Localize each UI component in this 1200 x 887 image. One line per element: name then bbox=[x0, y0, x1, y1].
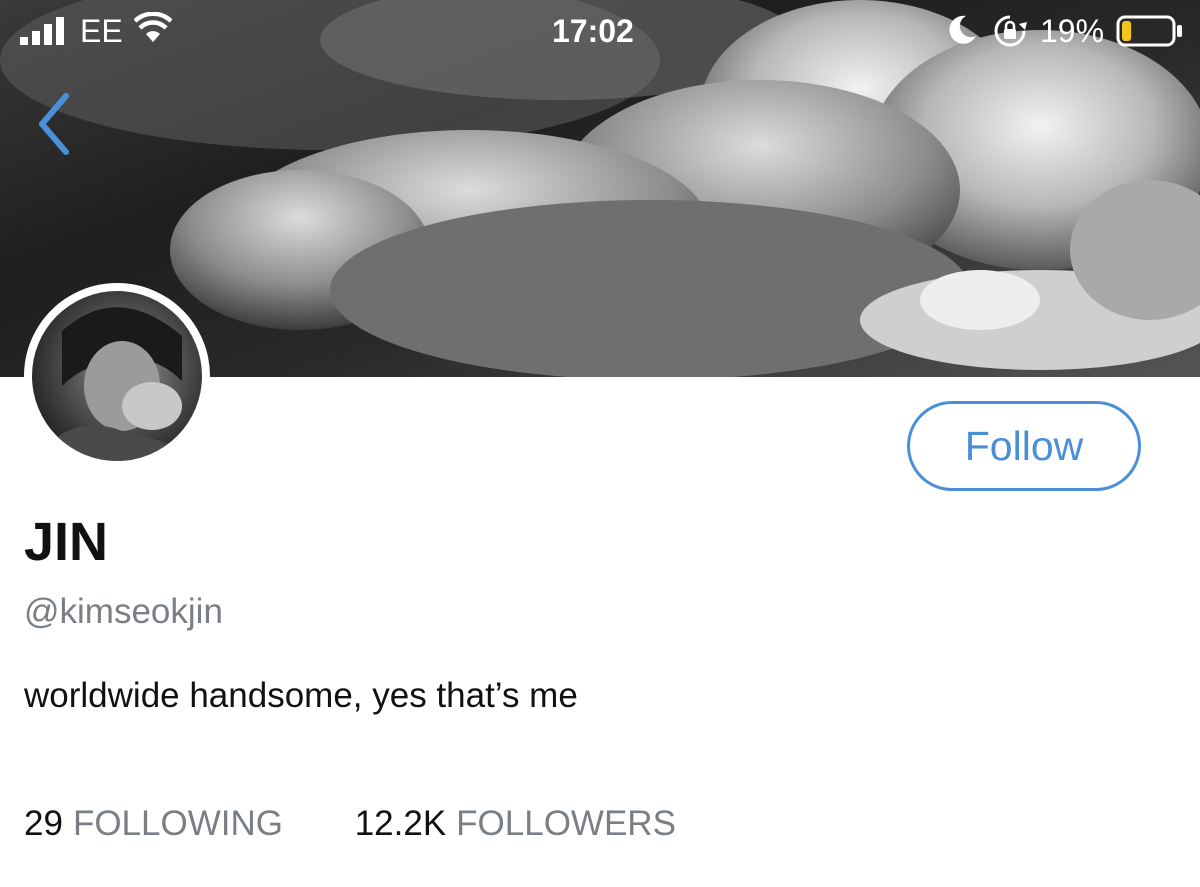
profile-avatar[interactable] bbox=[24, 283, 210, 469]
profile-handle: @kimseokjin bbox=[24, 592, 223, 631]
profile-stats: 29 FOLLOWING 12.2K FOLLOWERS bbox=[24, 802, 676, 846]
battery-icon bbox=[1116, 15, 1182, 47]
chevron-left-icon bbox=[39, 93, 69, 155]
moon-icon bbox=[949, 15, 976, 44]
profile-bio: worldwide handsome, yes that’s me bbox=[24, 676, 578, 715]
battery-percentage: 19% bbox=[1040, 13, 1105, 49]
signal-bars-icon bbox=[20, 17, 64, 45]
avatar-photo bbox=[32, 291, 202, 461]
follow-button[interactable]: Follow bbox=[907, 401, 1141, 491]
rotation-lock-icon bbox=[994, 15, 1027, 47]
profile-display-name: JIN bbox=[24, 512, 109, 572]
status-bar: EE 17:02 19% bbox=[0, 0, 1200, 64]
followers-count: 12.2K bbox=[354, 804, 447, 843]
carrier-name: EE bbox=[80, 13, 123, 49]
followers-label: FOLLOWERS bbox=[456, 804, 676, 843]
following-stat[interactable]: 29 FOLLOWING bbox=[24, 802, 283, 846]
wifi-icon bbox=[134, 12, 172, 42]
back-button[interactable] bbox=[30, 88, 82, 160]
following-count: 29 bbox=[24, 804, 63, 843]
following-label: FOLLOWING bbox=[72, 804, 283, 843]
battery-level-fill bbox=[1122, 21, 1132, 41]
status-time: 17:02 bbox=[552, 13, 634, 49]
followers-stat[interactable]: 12.2K FOLLOWERS bbox=[355, 802, 676, 846]
